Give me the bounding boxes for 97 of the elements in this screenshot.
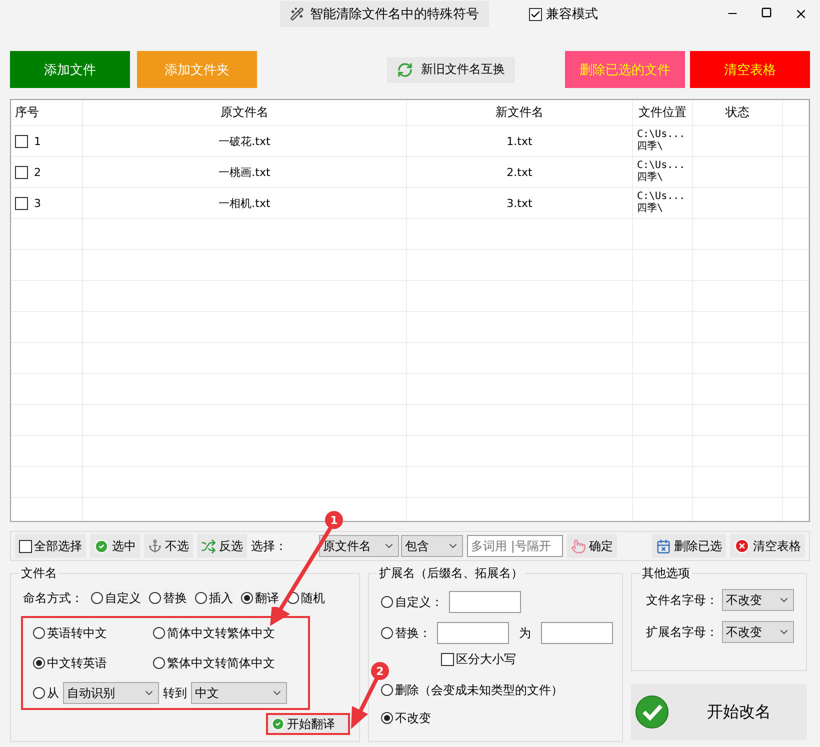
toolbar-button[interactable]: 添加文件 <box>10 51 130 88</box>
anchor-icon <box>148 539 162 553</box>
calendar-remove-icon <box>656 538 671 554</box>
radio-button[interactable] <box>153 627 165 639</box>
row-checkbox[interactable] <box>15 134 28 148</box>
table-cell: 2.txt <box>506 166 532 178</box>
confirm-button[interactable]: 确定 <box>567 534 617 558</box>
row-checkbox[interactable] <box>15 196 28 210</box>
table-cell: 1.txt <box>506 134 532 148</box>
toolbar-button[interactable]: 反选 <box>197 534 247 558</box>
hand-pointer-icon <box>571 538 586 554</box>
checkbox[interactable] <box>529 8 542 20</box>
column-header: 文件位置 <box>633 100 693 125</box>
custom-extension-field[interactable] <box>449 591 521 613</box>
radio-label: 替换： <box>395 624 431 642</box>
toolbar-button[interactable]: 清空表格 <box>730 534 805 558</box>
close-icon[interactable] <box>794 7 808 21</box>
refresh-icon <box>397 62 413 78</box>
group-title: 其他选项 <box>641 565 691 582</box>
table-cell: C:\Us... 四季\ <box>637 129 686 153</box>
radio-button[interactable] <box>241 592 253 604</box>
radio-button[interactable] <box>381 712 393 724</box>
replace-from-field[interactable] <box>437 622 509 644</box>
start-rename-button[interactable]: 开始改名 <box>631 684 807 740</box>
check-circle-icon <box>94 538 109 554</box>
radio-button[interactable] <box>33 687 45 699</box>
radio-label: 插入 <box>209 590 233 606</box>
radio-label: 自定义 <box>105 590 141 606</box>
table-cell: C:\Us... 四季\ <box>637 160 686 184</box>
field-label: 命名方式： <box>23 590 83 606</box>
table-cell: 一破花.txt <box>218 134 270 148</box>
group-title: 扩展名（后缀名、拓展名） <box>378 565 524 582</box>
radio-button[interactable] <box>91 592 103 604</box>
radio-button[interactable] <box>381 596 393 608</box>
checkbox-label: 区分大小写 <box>456 650 516 668</box>
check-circle-icon <box>271 717 285 731</box>
table-cell: C:\Us... 四季\ <box>637 191 686 215</box>
radio-label: 随机 <box>301 590 325 606</box>
swap-names-button[interactable]: 新旧文件名互换 <box>387 56 515 82</box>
start-translate-button[interactable]: 开始翻译 <box>268 715 348 733</box>
letter-case-dropdown[interactable]: 不改变 <box>722 621 794 643</box>
radio-label: 翻译 <box>255 590 279 606</box>
radio-label: 英语转中文 <box>47 624 107 642</box>
radio-button[interactable] <box>195 592 207 604</box>
toolbar-button[interactable]: 清空表格 <box>690 51 810 88</box>
language-dropdown[interactable]: 自动识别 <box>63 682 159 704</box>
filter-label: 选择： <box>251 538 287 554</box>
table-cell: 2 <box>34 166 41 178</box>
close-circle-icon <box>734 538 750 554</box>
toolbar-button[interactable]: 删除已选 <box>652 534 726 558</box>
field-label: 扩展名字母： <box>646 624 719 640</box>
radio-label: 繁体中文转简体中文 <box>167 654 275 672</box>
checkbox[interactable] <box>441 652 454 666</box>
radio-button[interactable] <box>33 657 45 669</box>
table-cell: 3.txt <box>506 196 532 210</box>
radio-label: 自定义： <box>395 594 443 610</box>
toolbar-button[interactable]: 不选 <box>144 534 193 558</box>
radio-label: 不改变 <box>395 710 431 726</box>
table-cell: 1 <box>34 134 41 148</box>
field-label: 为 <box>519 624 531 642</box>
radio-label: 删除（会变成未知类型的文件） <box>395 682 563 698</box>
column-header: 原文件名 <box>83 100 407 125</box>
radio-label: 中文转英语 <box>47 654 107 672</box>
check-circle-icon <box>635 695 669 729</box>
column-header: 状态 <box>693 100 783 125</box>
table-cell: 3 <box>34 196 41 210</box>
table-cell: 一相机.txt <box>218 196 270 210</box>
group-title: 文件名 <box>20 565 58 582</box>
radio-label: 从 <box>47 684 59 702</box>
radio-button[interactable] <box>381 684 393 696</box>
checkbox-label: 兼容模式 <box>546 6 598 23</box>
field-label: 转到 <box>163 684 187 702</box>
column-header: 序号 <box>11 100 83 125</box>
dropdown[interactable]: 原文件名 <box>319 535 399 557</box>
radio-label: 替换 <box>163 590 187 606</box>
letter-case-dropdown[interactable]: 不改变 <box>722 589 794 611</box>
table-cell: 一桃画.txt <box>218 164 270 180</box>
dropdown[interactable]: 包含 <box>401 535 463 557</box>
field-label: 文件名字母： <box>646 592 719 608</box>
row-checkbox[interactable] <box>15 166 28 178</box>
radio-button[interactable] <box>149 592 161 604</box>
radio-button[interactable] <box>33 627 45 639</box>
keywords-field[interactable]: 多词用 |号隔开 <box>467 535 563 557</box>
magic-wand-icon <box>290 7 304 21</box>
step-marker: 2 <box>371 662 389 680</box>
maximize-icon[interactable] <box>761 7 772 18</box>
step-marker: 1 <box>325 511 343 529</box>
toolbar-button[interactable]: 选中 <box>90 534 140 558</box>
radio-label: 简体中文转繁体中文 <box>167 624 275 642</box>
replace-to-field[interactable] <box>541 622 613 644</box>
radio-button[interactable] <box>153 657 165 669</box>
radio-button[interactable] <box>381 627 393 639</box>
shuffle-icon <box>201 538 216 554</box>
column-header: 新文件名 <box>407 100 633 125</box>
app-title-button[interactable]: 智能清除文件名中的特殊符号 <box>280 1 489 27</box>
language-dropdown[interactable]: 中文 <box>191 682 287 704</box>
select-all-checkbox[interactable]: 全部选择 <box>15 534 86 558</box>
